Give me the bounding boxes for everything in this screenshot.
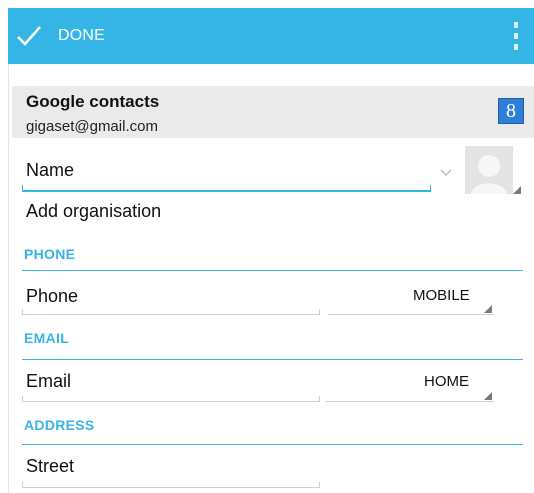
email-type-dropdown-icon (484, 392, 492, 400)
expand-name-icon[interactable] (440, 164, 452, 182)
done-button[interactable]: DONE (16, 8, 105, 64)
email-field[interactable]: Email (26, 371, 71, 392)
street-field-underline (22, 487, 320, 488)
street-field[interactable]: Street (26, 456, 74, 477)
section-address-line (22, 444, 523, 445)
content-edge (8, 64, 9, 493)
photo-corner-icon (513, 186, 521, 194)
phone-field-underline (22, 314, 320, 315)
section-email: EMAIL (24, 330, 70, 346)
name-field-underline (22, 190, 431, 192)
overflow-menu-icon[interactable] (512, 22, 520, 50)
action-bar: DONE (8, 8, 534, 64)
section-phone-line (22, 270, 523, 271)
phone-field[interactable]: Phone (26, 286, 78, 307)
contact-photo[interactable] (465, 146, 513, 194)
section-email-line (22, 359, 523, 360)
section-address: ADDRESS (24, 417, 95, 433)
email-type-spinner[interactable]: HOME (424, 373, 469, 390)
phone-type-spinner[interactable]: MOBILE (413, 287, 470, 304)
done-label: DONE (58, 27, 106, 44)
google-plus-icon: 8 (498, 98, 524, 124)
account-title: Google contacts (26, 92, 160, 111)
account-header: Google contacts gigaset@gmail.com 8 (12, 86, 534, 138)
add-organisation-link[interactable]: Add organisation (26, 201, 161, 222)
section-phone: PHONE (24, 246, 76, 262)
phone-type-dropdown-icon (484, 305, 492, 313)
check-icon (16, 25, 42, 47)
email-field-underline (22, 401, 320, 402)
name-field[interactable]: Name (26, 160, 74, 181)
avatar-icon (471, 155, 507, 194)
account-email: gigaset@gmail.com (26, 118, 158, 135)
top-edge (0, 0, 534, 8)
